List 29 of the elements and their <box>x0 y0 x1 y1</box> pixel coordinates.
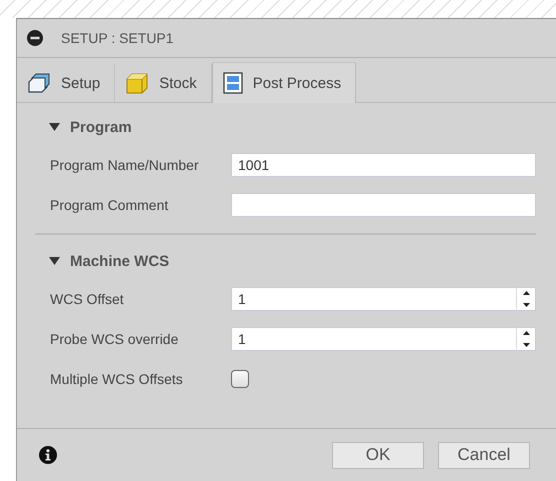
number-field[interactable]: 1 <box>231 287 516 311</box>
text-field[interactable]: 1001 <box>231 153 536 177</box>
tab[interactable]: Post Process <box>212 62 356 103</box>
window-title: SETUP : SETUP1 <box>61 30 174 46</box>
field-label: WCS Offset <box>50 291 125 307</box>
box-icon <box>27 71 51 95</box>
spin-up-icon[interactable] <box>522 331 530 335</box>
gcode-icon <box>222 72 243 94</box>
spin-up-icon[interactable] <box>522 291 530 295</box>
section-header[interactable]: Program <box>35 117 536 137</box>
triangle-down-icon <box>49 122 60 132</box>
field-label: Program Name/Number <box>50 157 200 173</box>
field-label: Multiple WCS Offsets <box>50 371 184 387</box>
dialog-button[interactable]: Cancel <box>438 442 530 468</box>
spin-buttons[interactable] <box>516 327 536 351</box>
triangle-down-icon <box>49 256 60 266</box>
field-label: Program Comment <box>50 197 170 213</box>
spin-down-icon[interactable] <box>522 303 530 307</box>
number-field[interactable]: 1 <box>231 327 516 351</box>
info-icon[interactable] <box>39 446 57 464</box>
spin-down-icon[interactable] <box>522 343 530 347</box>
checkbox[interactable] <box>231 370 249 388</box>
spin-buttons[interactable] <box>516 287 536 311</box>
cube-icon <box>125 71 150 95</box>
section-header[interactable]: Machine WCS <box>35 251 536 271</box>
dialog-button[interactable]: OK <box>332 442 424 468</box>
text-field[interactable] <box>231 193 536 217</box>
collapse-icon[interactable] <box>27 30 43 46</box>
field-label: Probe WCS override <box>50 331 180 347</box>
